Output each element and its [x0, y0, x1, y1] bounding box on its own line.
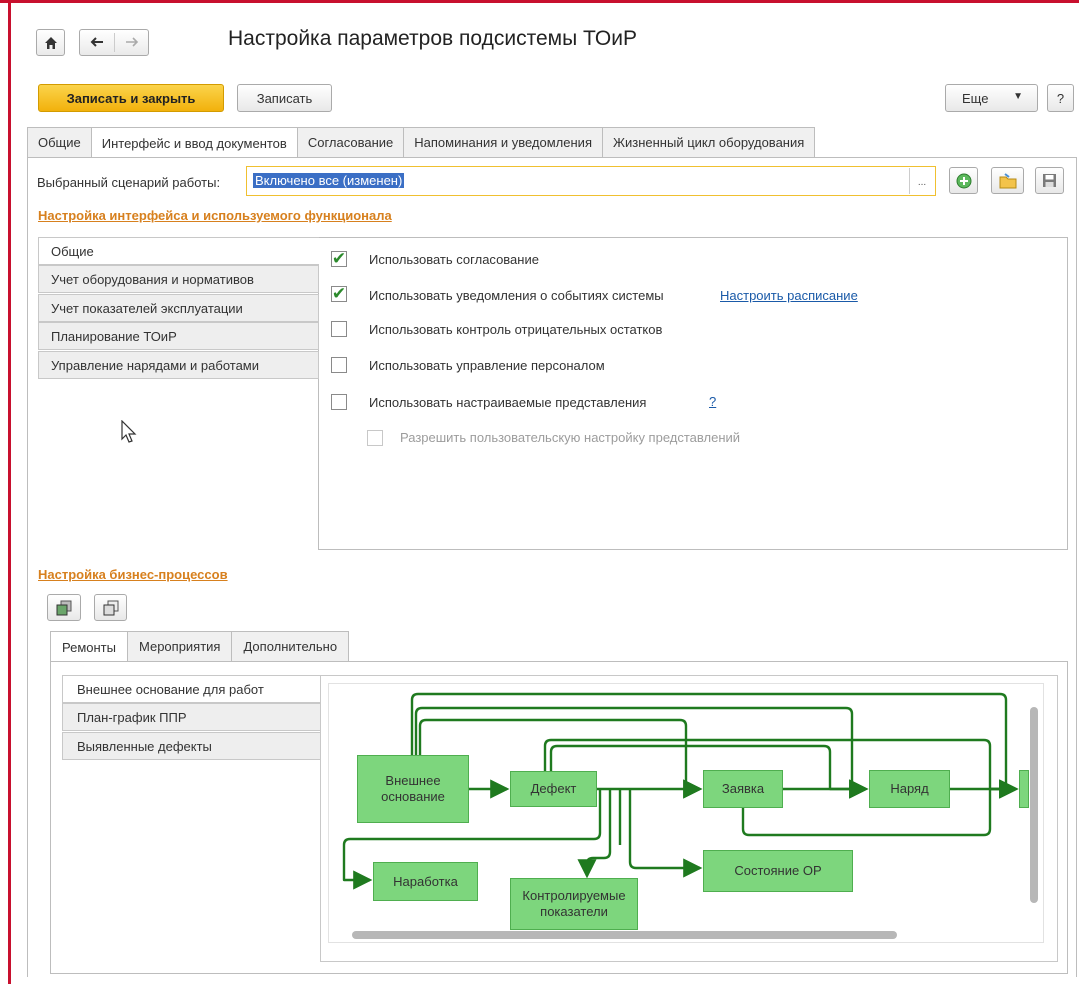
diagram-arrows — [342, 692, 1019, 890]
node-operating-time[interactable]: Наработка — [373, 862, 478, 901]
node-request[interactable]: Заявка — [703, 770, 783, 808]
diagram-horizontal-scrollbar[interactable] — [352, 931, 897, 939]
node-controlled-indicators[interactable]: Контролируемые показатели — [510, 878, 638, 930]
node-equipment-state[interactable]: Состояние ОР — [703, 850, 853, 892]
node-order[interactable]: Наряд — [869, 770, 950, 808]
diagram-vertical-scrollbar[interactable] — [1030, 707, 1038, 903]
node-next-partial — [1019, 770, 1029, 808]
node-external-basis[interactable]: Внешнее основание — [357, 755, 469, 823]
node-defect[interactable]: Дефект — [510, 771, 597, 807]
